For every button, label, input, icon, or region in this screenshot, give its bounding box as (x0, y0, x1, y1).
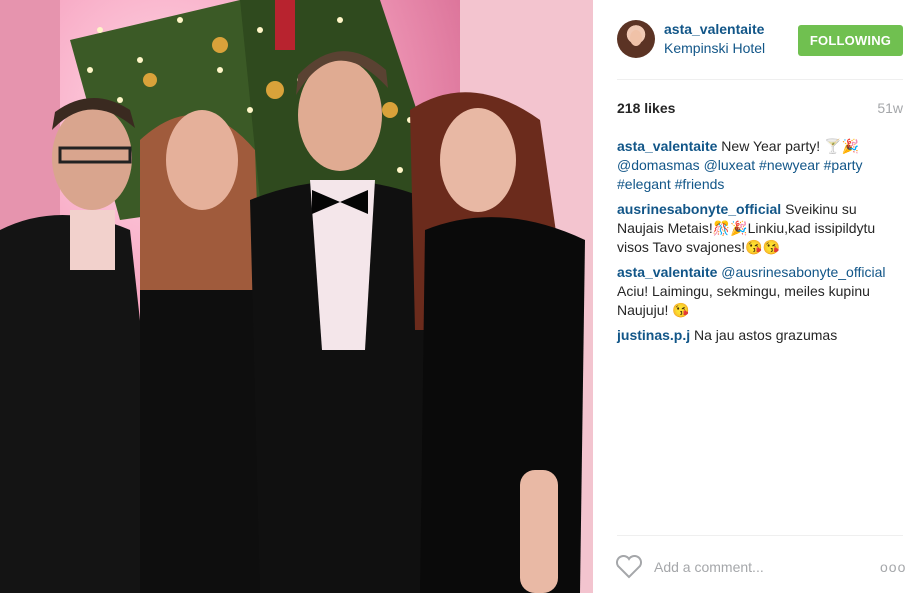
comment-mention[interactable]: @ausrinesabonyte_official (721, 264, 885, 280)
comment-username[interactable]: asta_valentaite (617, 138, 717, 154)
party-photo-illustration (0, 0, 593, 593)
post-age: 51w (877, 100, 903, 116)
more-options-icon[interactable]: ooo (880, 559, 906, 575)
heart-icon[interactable] (615, 555, 643, 579)
comment-item: asta_valentaite @ausrinesabonyte_officia… (617, 263, 907, 320)
comment-username[interactable]: ausrinesabonyte_official (617, 201, 781, 217)
add-comment-input[interactable]: Add a comment... (654, 559, 764, 575)
comment-text: Na jau astos grazumas (694, 327, 838, 343)
following-button[interactable]: FOLLOWING (798, 25, 903, 56)
comment-username[interactable]: asta_valentaite (617, 264, 717, 280)
comment-username[interactable]: justinas.p.j (617, 327, 690, 343)
comment-tags[interactable]: @domasmas @luxeat #newyear #party #elega… (617, 157, 863, 192)
post-sidebar: asta_valentaite Kempinski Hotel FOLLOWIN… (593, 0, 921, 593)
comment-item: asta_valentaite New Year party! 🍸🎉 @doma… (617, 137, 907, 194)
post-location[interactable]: Kempinski Hotel (664, 40, 776, 56)
avatar-face (630, 30, 642, 46)
comment-text: New Year party! 🍸🎉 (721, 138, 859, 154)
comment-list: asta_valentaite New Year party! 🍸🎉 @doma… (617, 137, 907, 351)
post-photo[interactable] (0, 0, 593, 593)
comment-item: justinas.p.j Na jau astos grazumas (617, 326, 907, 345)
comment-text: Aciu! Laimingu, sekmingu, meiles kupinu … (617, 283, 870, 318)
divider (617, 535, 903, 536)
likes-count[interactable]: 218 likes (617, 100, 675, 116)
divider (617, 79, 903, 80)
avatar[interactable] (617, 20, 655, 58)
comment-item: ausrinesabonyte_official Sveikinu su Nau… (617, 200, 907, 257)
post-username[interactable]: asta_valentaite (664, 21, 764, 37)
